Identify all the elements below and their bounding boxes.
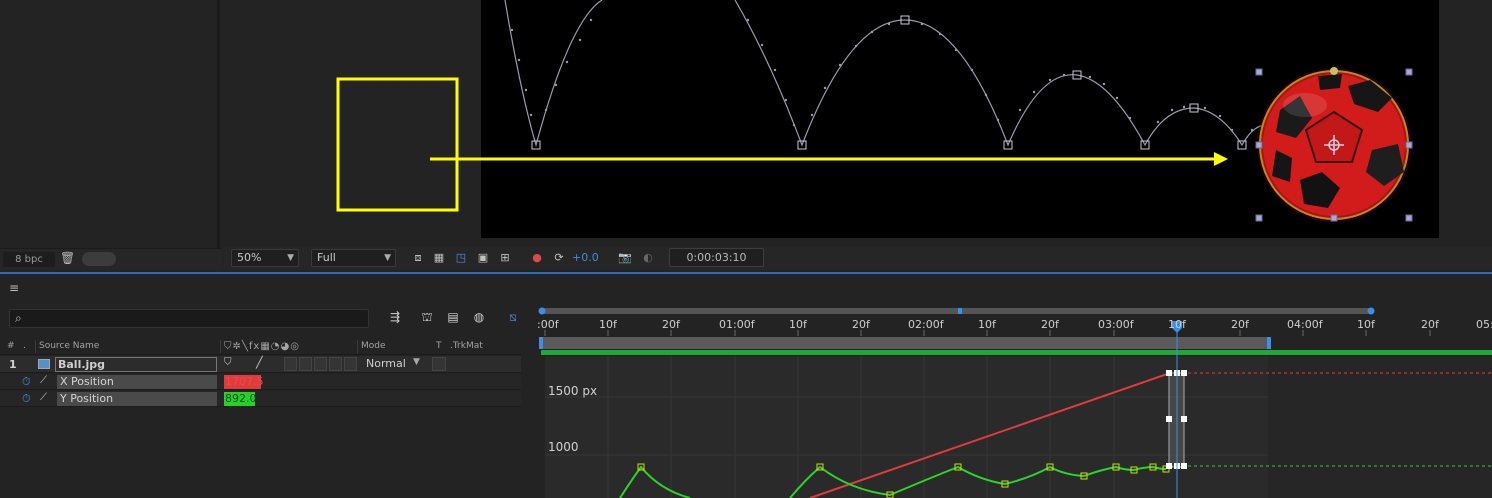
- frame-blend-switch[interactable]: [299, 357, 312, 371]
- trkmat-column-header[interactable]: .TrkMat: [450, 341, 483, 351]
- column-separator[interactable]: [220, 340, 221, 353]
- resolution-dropdown[interactable]: Full ▼: [311, 249, 396, 267]
- source-name-column-header[interactable]: Source Name: [39, 341, 99, 351]
- ruler-tick-label: 10f: [599, 318, 617, 331]
- quality-switch-icon[interactable]: ╱: [256, 356, 263, 369]
- time-navigator: [541, 308, 1371, 314]
- composition-flowchart-icon[interactable]: ⇶: [386, 310, 404, 326]
- out-of-work-area: [1268, 356, 1492, 498]
- switches-column-header: ⛉✲╲fx▦◔◕◎: [224, 341, 300, 352]
- mode-column-header[interactable]: Mode: [361, 341, 386, 351]
- project-scroll-pill[interactable]: [82, 252, 116, 266]
- x-position-curve: [809, 372, 1171, 498]
- ruler-tick-label: 05:: [1476, 318, 1492, 331]
- mask-visibility-icon[interactable]: ◳: [453, 250, 469, 266]
- graph-icon[interactable]: ⟋: [40, 392, 47, 403]
- motion-blur-switch[interactable]: [314, 357, 327, 371]
- 3d-layer-switch[interactable]: [344, 357, 357, 371]
- search-icon: ⌕: [15, 311, 22, 325]
- motion-path-keyframes: [531, 15, 1319, 150]
- camera-icon[interactable]: 📷: [617, 250, 633, 266]
- track-matte-dropdown[interactable]: [432, 357, 446, 371]
- work-area-bar: [541, 337, 1269, 349]
- exposure-value[interactable]: +0.0: [572, 250, 599, 266]
- bit-depth-button[interactable]: 8 bpc: [3, 252, 55, 267]
- chevron-down-icon: ▼: [287, 253, 294, 263]
- graph-axis-label: 1500 px: [548, 384, 598, 398]
- num-column-header: #: [7, 341, 15, 351]
- ruler-tick-label: 10f: [1168, 318, 1186, 331]
- t-column-header[interactable]: T: [436, 341, 442, 351]
- layer-search-input[interactable]: [9, 309, 369, 328]
- ruler-tick-label: 20f: [1421, 318, 1439, 331]
- panel-menu-icon[interactable]: ≡: [9, 281, 19, 295]
- color-channels-icon[interactable]: ●: [529, 250, 545, 266]
- annotation-arrowhead: [1214, 152, 1228, 166]
- current-time-display[interactable]: 0:00:03:10: [669, 248, 764, 267]
- column-separator[interactable]: [357, 340, 358, 353]
- x-position-value[interactable]: 1707.5: [224, 375, 264, 389]
- color-management-icon[interactable]: ⟳: [551, 250, 567, 266]
- stopwatch-icon[interactable]: ⏱: [22, 375, 31, 389]
- trash-icon[interactable]: 🗑: [60, 251, 75, 265]
- property-label: Y Position: [57, 392, 217, 406]
- annotation-box: [336, 77, 459, 212]
- chevron-down-icon: ▼: [384, 253, 391, 263]
- stopwatch-icon[interactable]: ⏱: [22, 392, 31, 406]
- transparency-grid-icon[interactable]: ▦: [431, 250, 447, 266]
- draft-3d-icon[interactable]: ⛫: [418, 310, 436, 326]
- motion-path-overlay: [336, 0, 1413, 222]
- image-icon: [38, 359, 50, 369]
- graph-editor-icon[interactable]: ⧅: [504, 310, 522, 326]
- frame-blending-icon[interactable]: ▤: [444, 310, 462, 326]
- resolution-value: Full: [317, 251, 336, 264]
- ruler-tick-label: 20f: [1231, 318, 1249, 331]
- zoom-dropdown[interactable]: 50% ▼: [231, 249, 299, 267]
- ruler-tick-label: 20f: [1041, 318, 1059, 331]
- motion-path-dots: [510, 18, 1302, 136]
- ruler-tick-label: 20f: [662, 318, 680, 331]
- layer-number: 1: [9, 358, 17, 371]
- guides-icon[interactable]: ▣: [475, 250, 491, 266]
- graph-icon[interactable]: ⟋: [40, 375, 47, 386]
- property-label: X Position: [57, 375, 217, 389]
- ruler-tick-label: 01:00f: [719, 318, 755, 331]
- effect-switch[interactable]: [284, 357, 297, 371]
- ruler-tick-label: 20f: [852, 318, 870, 331]
- layer-name[interactable]: Ball.jpg: [55, 357, 217, 372]
- ruler-tick-label: 10f: [789, 318, 807, 331]
- chevron-down-icon: ▼: [413, 357, 420, 367]
- motion-blur-icon[interactable]: ◍: [470, 310, 488, 326]
- adjustment-switch[interactable]: [329, 357, 342, 371]
- ruler-tick-label: 02:00f: [908, 318, 944, 331]
- zoom-value: 50%: [237, 251, 262, 264]
- ruler-tick-label: 04:00f: [1287, 318, 1323, 331]
- graph-axis-label: 1000: [548, 440, 579, 454]
- y-keyframes: [637, 463, 1170, 498]
- shy-switch-icon[interactable]: ⛉: [224, 357, 232, 368]
- show-snapshot-icon[interactable]: ◐: [640, 250, 656, 266]
- rotation-handle: [1330, 67, 1338, 75]
- ruler-tick-label: 03:00f: [1098, 318, 1134, 331]
- ruler-tick-label: :00f: [537, 318, 559, 331]
- ruler-tick-label: 10f: [978, 318, 996, 331]
- region-of-interest-icon[interactable]: ⧈: [410, 250, 426, 266]
- graph-editor-overlay: [538, 307, 1492, 498]
- grid-options-icon[interactable]: ⊞: [497, 250, 513, 266]
- y-position-value[interactable]: 892.0: [224, 392, 257, 406]
- ruler-tick-label: 10f: [1357, 318, 1375, 331]
- column-separator[interactable]: [35, 340, 36, 353]
- label-column-header: .: [23, 341, 26, 351]
